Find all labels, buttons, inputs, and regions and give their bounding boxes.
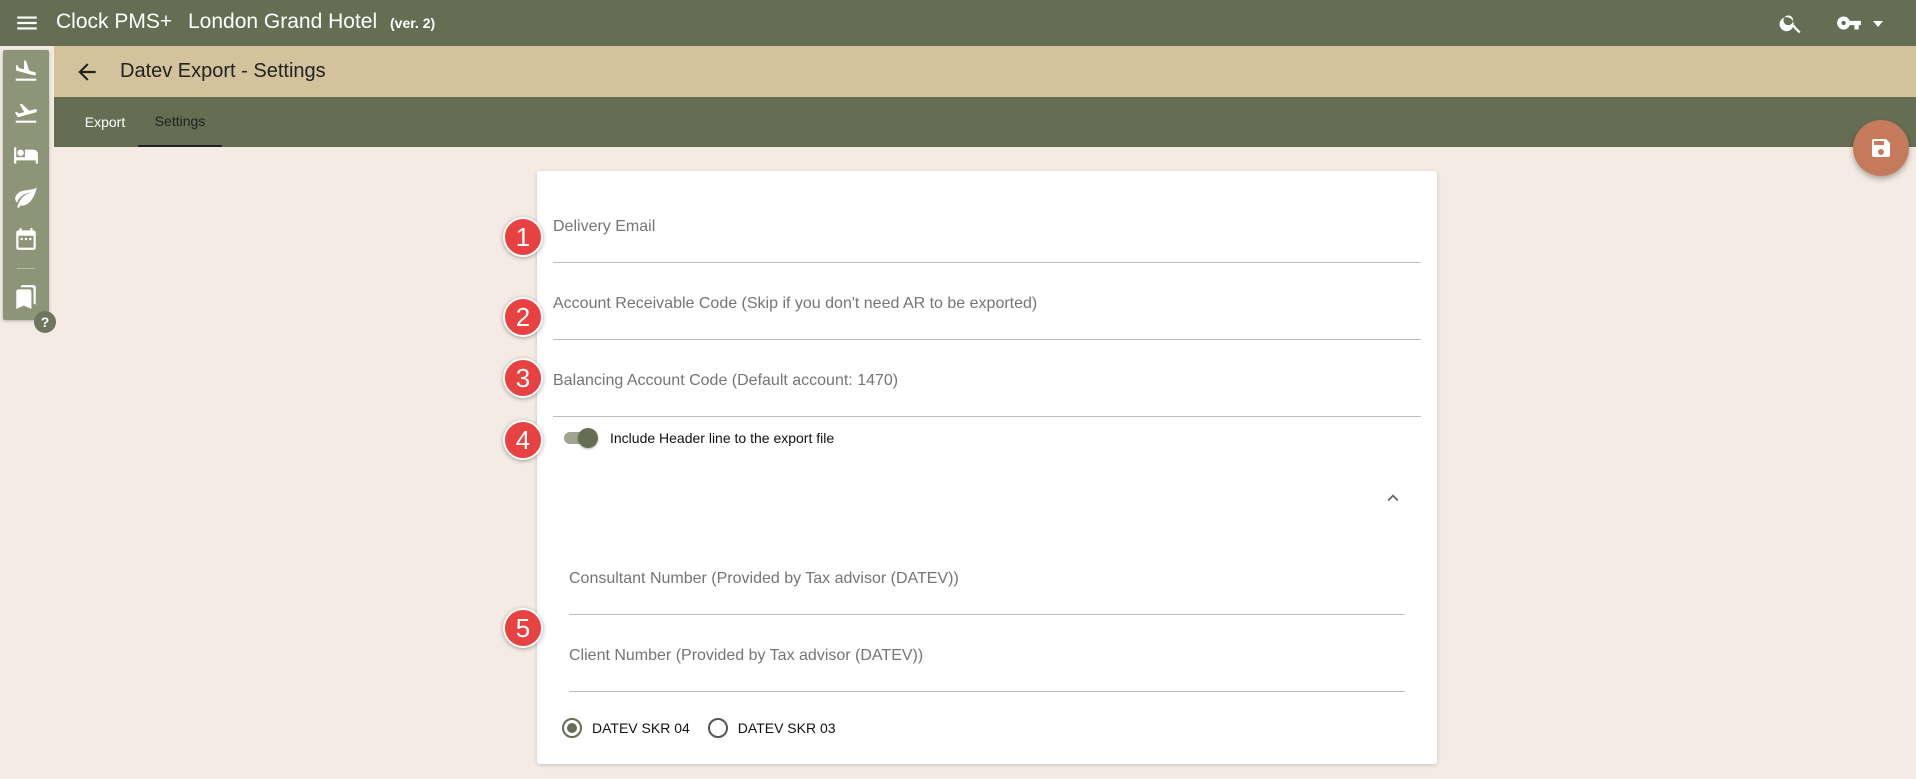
key-icon[interactable] — [1834, 10, 1864, 36]
calendar-icon[interactable] — [13, 226, 39, 252]
skr03-label[interactable]: DATEV SKR 03 — [738, 720, 836, 736]
ar-code-label: Account Receivable Code (Skip if you don… — [553, 295, 1038, 312]
annotation-badge-2: 2 — [503, 297, 543, 337]
leaf-icon[interactable] — [13, 184, 39, 210]
menu-icon[interactable] — [14, 10, 40, 36]
app-name: Clock PMS+ — [56, 10, 173, 33]
help-icon[interactable]: ? — [34, 311, 56, 333]
consultant-number-field[interactable]: Consultant Number (Provided by Tax advis… — [569, 552, 1405, 615]
page-title: Datev Export - Settings — [120, 60, 326, 82]
tab-bar: Export Settings — [54, 97, 1916, 147]
header-line-toggle-row: Include Header line to the export file — [562, 426, 834, 450]
chevron-up-icon[interactable] — [1382, 487, 1404, 509]
flight-takeoff-icon[interactable] — [13, 100, 39, 126]
search-icon[interactable] — [1778, 10, 1804, 36]
delivery-email-label: Delivery Email — [553, 218, 656, 235]
consultant-number-label: Consultant Number (Provided by Tax advis… — [569, 570, 959, 587]
toggle-thumb — [578, 428, 598, 448]
header-line-toggle[interactable] — [562, 428, 598, 448]
balancing-code-label: Balancing Account Code (Default account:… — [553, 372, 899, 389]
bed-icon[interactable] — [13, 142, 39, 168]
app-version: (ver. 2) — [390, 15, 436, 31]
caret-down-icon[interactable] — [1868, 10, 1888, 36]
client-number-field[interactable]: Client Number (Provided by Tax advisor (… — [569, 629, 1405, 692]
save-icon — [1872, 139, 1890, 157]
header-line-toggle-label: Include Header line to the export file — [610, 430, 835, 446]
annotation-badge-1: 1 — [503, 217, 543, 257]
page-header: Datev Export - Settings — [54, 46, 1916, 97]
skr04-label[interactable]: DATEV SKR 04 — [592, 720, 690, 736]
ar-code-field[interactable]: Account Receivable Code (Skip if you don… — [553, 277, 1421, 340]
sidebar-divider — [17, 268, 35, 269]
skr03-radio[interactable] — [707, 718, 728, 738]
annotation-badge-5: 5 — [503, 608, 543, 648]
annotation-badge-3: 3 — [503, 358, 543, 398]
balancing-code-field[interactable]: Balancing Account Code (Default account:… — [553, 354, 1421, 417]
top-app-bar: Clock PMS+ London Grand Hotel (ver. 2) — [0, 0, 1916, 46]
client-number-label: Client Number (Provided by Tax advisor (… — [569, 647, 924, 664]
tab-export[interactable]: Export — [64, 97, 146, 147]
skr-radio-group: DATEV SKR 04 DATEV SKR 03 — [562, 717, 836, 739]
tab-settings[interactable]: Settings — [138, 97, 222, 147]
hotel-name: London Grand Hotel — [188, 10, 378, 33]
flight-land-icon[interactable] — [13, 58, 39, 84]
save-button[interactable] — [1853, 120, 1909, 176]
skr04-radio[interactable] — [562, 718, 582, 738]
sidebar — [3, 50, 49, 320]
back-arrow-icon[interactable] — [74, 59, 100, 85]
annotation-badge-4: 4 — [503, 420, 543, 460]
delivery-email-field[interactable]: Delivery Email — [553, 200, 1421, 263]
bookmarks-icon[interactable] — [13, 284, 39, 310]
